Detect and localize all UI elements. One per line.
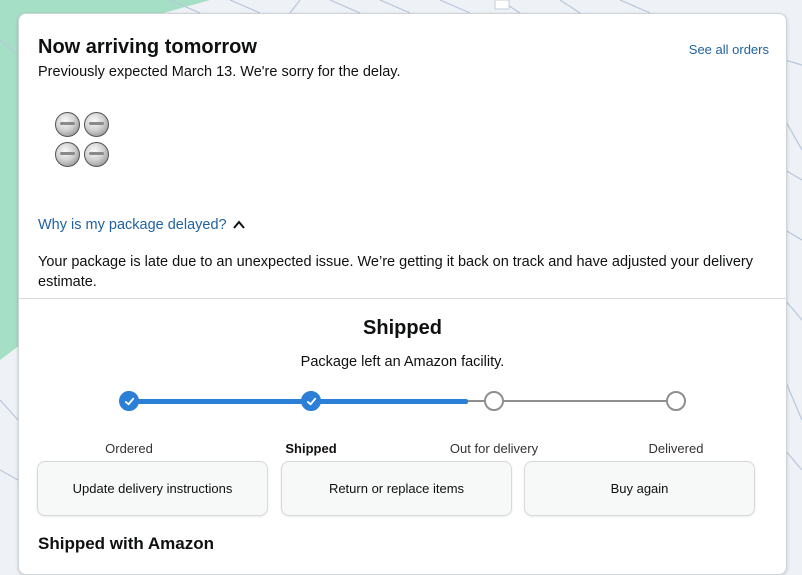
step-label-ordered: Ordered	[105, 441, 153, 456]
return-replace-button[interactable]: Return or replace items	[281, 461, 512, 516]
step-label-delivered: Delivered	[648, 441, 704, 456]
delay-reason-label: Why is my package delayed?	[38, 217, 227, 233]
delivery-card: Now arriving tomorrow See all orders Pre…	[18, 13, 787, 575]
delivery-subtitle: Previously expected March 13. We're sorr…	[38, 64, 401, 80]
coin-cell-image	[55, 142, 80, 167]
shipping-carrier-heading: Shipped with Amazon	[38, 534, 214, 553]
buy-again-button[interactable]: Buy again	[524, 461, 755, 516]
coin-cell-image	[84, 142, 109, 167]
step-node-delivered	[666, 391, 686, 411]
step-label-shipped: Shipped	[285, 441, 337, 456]
update-delivery-instructions-button[interactable]: Update delivery instructions	[37, 461, 268, 516]
coin-cell-image	[84, 112, 109, 137]
product-image[interactable]	[55, 112, 111, 170]
delay-explanation: Your package is late due to an unexpecte…	[38, 254, 753, 290]
step-node-out-for-delivery	[484, 391, 504, 411]
coin-cell-image	[55, 112, 80, 137]
checkmark-icon	[306, 397, 316, 405]
progress-tracker: Ordered Shipped Out for delivery Deliver…	[19, 389, 786, 456]
see-all-orders-link[interactable]: See all orders	[689, 42, 769, 57]
chevron-up-icon	[232, 220, 245, 229]
step-node-ordered	[119, 391, 139, 411]
step-label-out-for-delivery: Out for delivery	[449, 441, 539, 456]
shipment-status-detail: Package left an Amazon facility.	[300, 354, 505, 370]
progress-fill	[129, 399, 469, 404]
section-divider	[19, 298, 786, 299]
step-node-shipped	[301, 391, 321, 411]
delay-reason-toggle[interactable]: Why is my package delayed?	[38, 217, 245, 233]
shipment-status: Shipped	[363, 317, 442, 339]
page-title: Now arriving tomorrow	[38, 36, 257, 58]
checkmark-icon	[124, 397, 134, 405]
